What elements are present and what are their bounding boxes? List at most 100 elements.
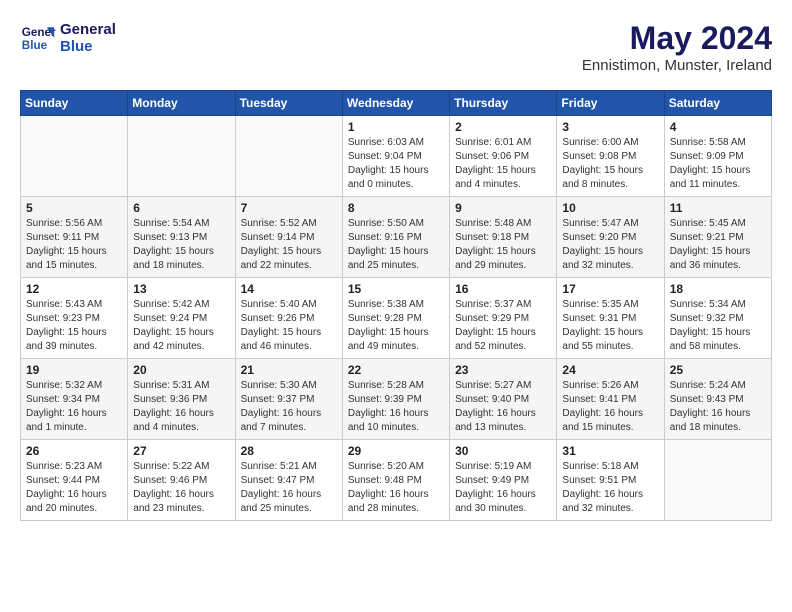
calendar-cell: 31 Sunrise: 5:18 AM Sunset: 9:51 PM Dayli… — [557, 440, 664, 521]
day-info: Sunrise: 5:45 AM Sunset: 9:21 PM Dayligh… — [670, 217, 766, 273]
calendar-cell: 20 Sunrise: 5:31 AM Sunset: 9:36 PM Dayli… — [128, 359, 235, 440]
calendar-cell: 18 Sunrise: 5:34 AM Sunset: 9:32 PM Dayli… — [664, 278, 771, 359]
header-thursday: Thursday — [450, 91, 557, 116]
header-monday: Monday — [128, 91, 235, 116]
day-info: Sunrise: 5:18 AM Sunset: 9:51 PM Dayligh… — [562, 460, 658, 516]
calendar-cell: 25Sunrise: 5:24 AM Sunset: 9:43 PM Dayli… — [664, 359, 771, 440]
day-info: Sunrise: 5:34 AM Sunset: 9:32 PM Dayligh… — [670, 298, 766, 354]
day-info: Sunrise: 5:21 AM Sunset: 9:47 PM Dayligh… — [241, 460, 337, 516]
logo-blue: Blue — [60, 38, 116, 55]
day-info: Sunrise: 5:26 AM Sunset: 9:41 PM Dayligh… — [562, 379, 658, 435]
calendar-cell: 28 Sunrise: 5:21 AM Sunset: 9:47 PM Dayli… — [235, 440, 342, 521]
day-number: 19 — [26, 363, 122, 377]
day-info: Sunrise: 6:01 AM Sunset: 9:06 PM Dayligh… — [455, 136, 551, 192]
day-number: 21 — [241, 363, 337, 377]
calendar-cell: 9 Sunrise: 5:48 AM Sunset: 9:18 PM Daylig… — [450, 197, 557, 278]
week-row-3: 12Sunrise: 5:43 AM Sunset: 9:23 PM Dayli… — [21, 278, 772, 359]
day-number: 22 — [348, 363, 444, 377]
day-info: Sunrise: 5:38 AM Sunset: 9:28 PM Dayligh… — [348, 298, 444, 354]
day-number: 13 — [133, 282, 229, 296]
calendar-cell: 24 Sunrise: 5:26 AM Sunset: 9:41 PM Dayli… — [557, 359, 664, 440]
calendar-cell: 3 Sunrise: 6:00 AM Sunset: 9:08 PM Daylig… — [557, 116, 664, 197]
calendar-cell: 26Sunrise: 5:23 AM Sunset: 9:44 PM Dayli… — [21, 440, 128, 521]
day-number: 14 — [241, 282, 337, 296]
day-info: Sunrise: 5:20 AM Sunset: 9:48 PM Dayligh… — [348, 460, 444, 516]
calendar-cell: 14 Sunrise: 5:40 AM Sunset: 9:26 PM Dayli… — [235, 278, 342, 359]
calendar-cell: 23Sunrise: 5:27 AM Sunset: 9:40 PM Dayli… — [450, 359, 557, 440]
day-info: Sunrise: 5:35 AM Sunset: 9:31 PM Dayligh… — [562, 298, 658, 354]
calendar-cell: 11Sunrise: 5:45 AM Sunset: 9:21 PM Dayli… — [664, 197, 771, 278]
calendar-cell: 30 Sunrise: 5:19 AM Sunset: 9:49 PM Dayli… — [450, 440, 557, 521]
week-row-5: 26Sunrise: 5:23 AM Sunset: 9:44 PM Dayli… — [21, 440, 772, 521]
day-info: Sunrise: 5:23 AM Sunset: 9:44 PM Dayligh… — [26, 460, 122, 516]
title-block: May 2024 Ennistimon, Munster, Ireland — [582, 20, 772, 74]
calendar-cell: 5Sunrise: 5:56 AM Sunset: 9:11 PM Daylig… — [21, 197, 128, 278]
day-info: Sunrise: 5:48 AM Sunset: 9:18 PM Dayligh… — [455, 217, 551, 273]
calendar-cell: 16 Sunrise: 5:37 AM Sunset: 9:29 PM Dayli… — [450, 278, 557, 359]
calendar-cell: 22 Sunrise: 5:28 AM Sunset: 9:39 PM Dayli… — [342, 359, 449, 440]
calendar-cell: 10 Sunrise: 5:47 AM Sunset: 9:20 PM Dayli… — [557, 197, 664, 278]
week-row-1: 1Sunrise: 6:03 AM Sunset: 9:04 PM Daylig… — [21, 116, 772, 197]
day-number: 15 — [348, 282, 444, 296]
calendar-cell: 4 Sunrise: 5:58 AM Sunset: 9:09 PM Daylig… — [664, 116, 771, 197]
calendar-header-row: SundayMondayTuesdayWednesdayThursdayFrid… — [21, 91, 772, 116]
calendar-cell: 6Sunrise: 5:54 AM Sunset: 9:13 PM Daylig… — [128, 197, 235, 278]
calendar-cell: 2 Sunrise: 6:01 AM Sunset: 9:06 PM Daylig… — [450, 116, 557, 197]
calendar-cell — [235, 116, 342, 197]
calendar-cell: 1Sunrise: 6:03 AM Sunset: 9:04 PM Daylig… — [342, 116, 449, 197]
day-info: Sunrise: 5:50 AM Sunset: 9:16 PM Dayligh… — [348, 217, 444, 273]
header-tuesday: Tuesday — [235, 91, 342, 116]
day-info: Sunrise: 5:56 AM Sunset: 9:11 PM Dayligh… — [26, 217, 122, 273]
day-number: 1 — [348, 120, 444, 134]
calendar-cell: 21Sunrise: 5:30 AM Sunset: 9:37 PM Dayli… — [235, 359, 342, 440]
header-saturday: Saturday — [664, 91, 771, 116]
day-number: 9 — [455, 201, 551, 215]
logo: General Blue General Blue — [20, 20, 116, 56]
day-number: 30 — [455, 444, 551, 458]
calendar-cell: 17Sunrise: 5:35 AM Sunset: 9:31 PM Dayli… — [557, 278, 664, 359]
day-number: 16 — [455, 282, 551, 296]
day-info: Sunrise: 5:31 AM Sunset: 9:36 PM Dayligh… — [133, 379, 229, 435]
header-wednesday: Wednesday — [342, 91, 449, 116]
day-number: 7 — [241, 201, 337, 215]
day-number: 10 — [562, 201, 658, 215]
day-number: 6 — [133, 201, 229, 215]
week-row-2: 5Sunrise: 5:56 AM Sunset: 9:11 PM Daylig… — [21, 197, 772, 278]
day-info: Sunrise: 5:27 AM Sunset: 9:40 PM Dayligh… — [455, 379, 551, 435]
day-number: 3 — [562, 120, 658, 134]
calendar-cell: 29 Sunrise: 5:20 AM Sunset: 9:48 PM Dayli… — [342, 440, 449, 521]
day-info: Sunrise: 6:00 AM Sunset: 9:08 PM Dayligh… — [562, 136, 658, 192]
day-info: Sunrise: 5:58 AM Sunset: 9:09 PM Dayligh… — [670, 136, 766, 192]
day-info: Sunrise: 5:19 AM Sunset: 9:49 PM Dayligh… — [455, 460, 551, 516]
day-number: 2 — [455, 120, 551, 134]
day-number: 28 — [241, 444, 337, 458]
day-info: Sunrise: 5:47 AM Sunset: 9:20 PM Dayligh… — [562, 217, 658, 273]
day-number: 27 — [133, 444, 229, 458]
calendar-cell: 15 Sunrise: 5:38 AM Sunset: 9:28 PM Dayli… — [342, 278, 449, 359]
header-sunday: Sunday — [21, 91, 128, 116]
calendar-cell: 8Sunrise: 5:50 AM Sunset: 9:16 PM Daylig… — [342, 197, 449, 278]
day-info: Sunrise: 5:37 AM Sunset: 9:29 PM Dayligh… — [455, 298, 551, 354]
day-info: Sunrise: 5:40 AM Sunset: 9:26 PM Dayligh… — [241, 298, 337, 354]
calendar-cell: 19Sunrise: 5:32 AM Sunset: 9:34 PM Dayli… — [21, 359, 128, 440]
day-info: Sunrise: 5:43 AM Sunset: 9:23 PM Dayligh… — [26, 298, 122, 354]
day-number: 25 — [670, 363, 766, 377]
day-number: 29 — [348, 444, 444, 458]
calendar-cell: 27 Sunrise: 5:22 AM Sunset: 9:46 PM Dayli… — [128, 440, 235, 521]
calendar-cell — [21, 116, 128, 197]
day-number: 4 — [670, 120, 766, 134]
day-info: Sunrise: 5:28 AM Sunset: 9:39 PM Dayligh… — [348, 379, 444, 435]
day-number: 24 — [562, 363, 658, 377]
logo-icon: General Blue — [20, 20, 56, 56]
page-header: General Blue General Blue May 2024 Ennis… — [20, 20, 772, 74]
day-number: 18 — [670, 282, 766, 296]
location-subtitle: Ennistimon, Munster, Ireland — [582, 57, 772, 74]
calendar-cell: 12Sunrise: 5:43 AM Sunset: 9:23 PM Dayli… — [21, 278, 128, 359]
day-number: 20 — [133, 363, 229, 377]
calendar-body: 1Sunrise: 6:03 AM Sunset: 9:04 PM Daylig… — [21, 116, 772, 521]
header-friday: Friday — [557, 91, 664, 116]
month-title: May 2024 — [582, 20, 772, 57]
day-number: 31 — [562, 444, 658, 458]
day-info: Sunrise: 5:22 AM Sunset: 9:46 PM Dayligh… — [133, 460, 229, 516]
calendar-cell — [664, 440, 771, 521]
